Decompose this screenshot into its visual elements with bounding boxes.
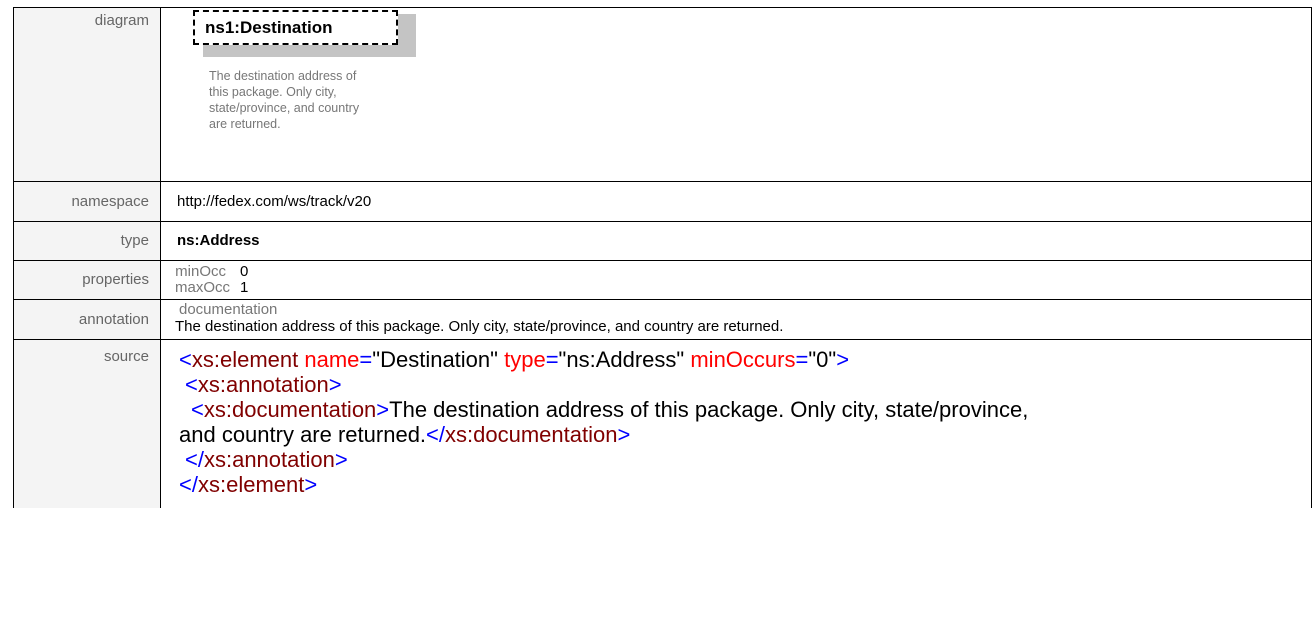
xml-attr-value: "Destination" bbox=[372, 347, 498, 372]
namespace-row: namespace http://fedex.com/ws/track/v20 bbox=[13, 181, 1312, 222]
xml-text: and country are returned. bbox=[179, 422, 427, 447]
diagram-doc-line: this package. Only city, bbox=[209, 85, 337, 99]
property-key: minOcc bbox=[175, 263, 226, 280]
element-diagram: ns1:Destination The destination address … bbox=[193, 10, 513, 170]
annotation-heading: documentation bbox=[179, 301, 278, 318]
property-value: 1 bbox=[240, 279, 249, 296]
xml-bracket: </ bbox=[185, 447, 204, 472]
source-line: </xs:annotation> bbox=[179, 447, 1311, 472]
diagram-element-name: Destination bbox=[239, 18, 333, 37]
xml-tag-name: xs:element bbox=[191, 347, 299, 372]
type-link[interactable]: ns:Address bbox=[177, 232, 260, 249]
annotation-label: annotation bbox=[13, 299, 161, 340]
properties-row: properties minOcc 0 maxOcc 1 bbox=[13, 260, 1312, 300]
annotation-text: The destination address of this package.… bbox=[175, 318, 784, 335]
xml-bracket: < bbox=[185, 372, 198, 397]
xml-tag-name: xs:documentation bbox=[203, 397, 377, 422]
xml-bracket: > bbox=[304, 472, 318, 497]
xml-tag-name: xs:documentation bbox=[445, 422, 618, 447]
namespace-label: namespace bbox=[13, 181, 161, 222]
source-line: <xs:annotation> bbox=[179, 372, 1311, 397]
type-label: type bbox=[13, 221, 161, 261]
namespace-value: http://fedex.com/ws/track/v20 bbox=[160, 181, 1312, 222]
xml-attr-value: "ns:Address" bbox=[558, 347, 685, 372]
source-code: <xs:element name="Destination" type="ns:… bbox=[177, 340, 1311, 497]
xml-bracket: </ bbox=[179, 472, 198, 497]
xml-bracket: > bbox=[376, 397, 390, 422]
type-row: type ns:Address bbox=[13, 221, 1312, 261]
source-label: source bbox=[13, 339, 161, 508]
diagram-documentation: The destination address of this package.… bbox=[209, 68, 419, 132]
diagram-element-prefix: ns1: bbox=[205, 18, 240, 37]
source-row: source <xs:element name="Destination" ty… bbox=[13, 339, 1312, 508]
source-line: <xs:element name="Destination" type="ns:… bbox=[179, 347, 1311, 372]
xml-tag-name: xs:annotation bbox=[197, 372, 329, 397]
xml-bracket: > bbox=[836, 347, 850, 372]
xml-attr-name: minOccurs bbox=[690, 347, 796, 372]
xml-attr-value: "0" bbox=[808, 347, 837, 372]
source-line: and country are returned.</xs:documentat… bbox=[179, 422, 1311, 447]
diagram-doc-line: The destination address of bbox=[209, 69, 357, 83]
xml-text: The destination address of this package.… bbox=[389, 397, 1029, 422]
diagram-doc-line: are returned. bbox=[209, 117, 281, 131]
xml-equals: = bbox=[795, 347, 809, 372]
xml-attr-name: type bbox=[504, 347, 546, 372]
properties-label: properties bbox=[13, 260, 161, 300]
element-doc-table: diagram ns1:Destination The destination … bbox=[13, 7, 1312, 508]
diagram-element-box[interactable]: ns1:Destination bbox=[193, 10, 398, 45]
source-line: <xs:documentation>The destination addres… bbox=[179, 397, 1311, 422]
xml-tag-name: xs:annotation bbox=[203, 447, 335, 472]
properties-grid: minOcc 0 maxOcc 1 bbox=[175, 264, 1311, 296]
property-value: 0 bbox=[240, 263, 249, 280]
xml-attr-name: name bbox=[304, 347, 360, 372]
source-line: </xs:element> bbox=[179, 472, 1311, 497]
xml-equals: = bbox=[359, 347, 373, 372]
xml-bracket: > bbox=[334, 447, 348, 472]
property-key: maxOcc bbox=[175, 279, 231, 296]
xml-bracket: </ bbox=[426, 422, 446, 447]
xml-bracket: < bbox=[179, 347, 192, 372]
diagram-row: diagram ns1:Destination The destination … bbox=[13, 7, 1312, 182]
diagram-doc-line: state/province, and country bbox=[209, 101, 360, 115]
diagram-label: diagram bbox=[13, 7, 161, 182]
xml-tag-name: xs:element bbox=[197, 472, 305, 497]
diagram-cell: ns1:Destination The destination address … bbox=[160, 7, 1312, 182]
xml-bracket: > bbox=[617, 422, 631, 447]
xml-bracket: < bbox=[191, 397, 204, 422]
xml-equals: = bbox=[545, 347, 559, 372]
xml-bracket: > bbox=[328, 372, 342, 397]
annotation-row: annotation documentation The destination… bbox=[13, 299, 1312, 340]
